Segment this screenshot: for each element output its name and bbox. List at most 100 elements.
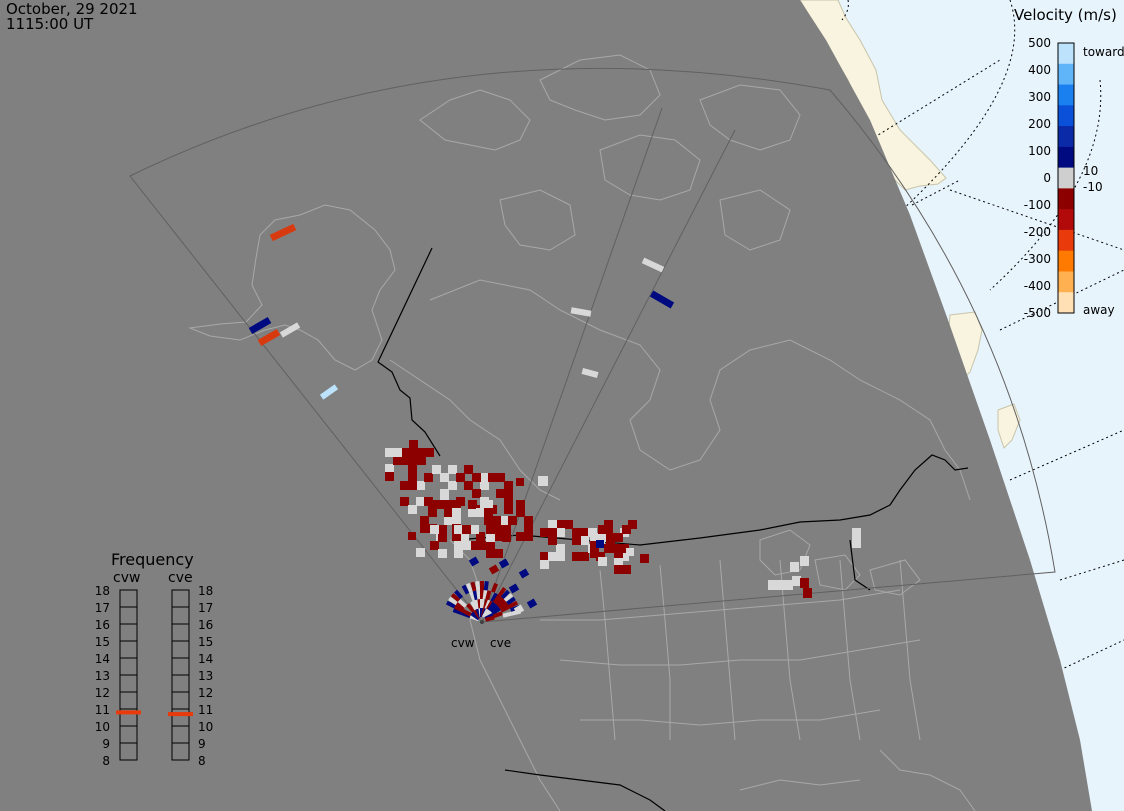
frequency-marker-cve xyxy=(168,712,193,717)
velocity-cell xyxy=(572,536,581,545)
velocity-cell xyxy=(598,525,607,534)
colorbar-segment xyxy=(1058,63,1074,86)
map-canvas[interactable]: cvw cve Velocity (m/s) 500 400 300 200 100 0 -… xyxy=(0,0,1124,811)
frequency-level-label: 8 xyxy=(102,754,110,768)
velocity-cell xyxy=(462,525,471,534)
velocity-cell xyxy=(540,552,549,561)
velocity-cell xyxy=(400,481,409,490)
velocity-cell xyxy=(504,497,513,506)
velocity-tick-label: 0 xyxy=(1043,171,1051,185)
velocity-cell xyxy=(430,525,439,534)
velocity-cell xyxy=(464,465,473,474)
velocity-cell xyxy=(548,552,557,561)
cvw-site-label: cvw xyxy=(451,636,475,650)
velocity-cell xyxy=(502,525,511,534)
velocity-tick-label: -500 xyxy=(1024,306,1051,320)
velocity-cell xyxy=(438,549,447,558)
threshold-positive-label: 10 xyxy=(1083,164,1098,178)
velocity-cell xyxy=(448,481,457,490)
velocity-cell xyxy=(393,456,402,465)
velocity-cell xyxy=(468,508,477,517)
velocity-cell xyxy=(428,500,437,509)
velocity-cell xyxy=(640,554,649,563)
velocity-tick-label: 100 xyxy=(1028,144,1051,158)
velocity-cell xyxy=(484,508,493,517)
velocity-cell xyxy=(504,505,513,514)
velocity-cell xyxy=(486,533,495,542)
velocity-tick-label: 200 xyxy=(1028,117,1051,131)
velocity-cell xyxy=(800,578,809,588)
colorbar-segment xyxy=(1058,43,1074,65)
velocity-cell xyxy=(524,516,533,525)
velocity-cell xyxy=(492,516,501,525)
velocity-cell xyxy=(444,516,453,525)
velocity-tick-label: 400 xyxy=(1028,63,1051,77)
frequency-level-label: 18 xyxy=(198,584,213,598)
velocity-cell xyxy=(516,532,525,541)
frequency-radar-cvw: cvw xyxy=(113,570,140,586)
velocity-cell xyxy=(614,549,623,558)
velocity-cell xyxy=(540,560,549,569)
velocity-cell xyxy=(456,473,465,482)
frequency-radar-cve: cve xyxy=(168,570,193,586)
frequency-level-label: 13 xyxy=(198,669,213,683)
velocity-cell xyxy=(448,465,457,474)
velocity-cell xyxy=(484,516,493,525)
velocity-cell xyxy=(556,528,565,537)
superdarn-map: cvw cve Velocity (m/s) 500 400 300 200 100 0 -… xyxy=(0,0,1124,811)
threshold-negative-label: -10 xyxy=(1083,180,1103,194)
velocity-cell xyxy=(438,533,447,542)
frequency-title: Frequency xyxy=(111,550,194,569)
velocity-cell xyxy=(468,500,477,509)
velocity-cell xyxy=(454,525,463,534)
velocity-cell xyxy=(516,508,525,517)
velocity-cell xyxy=(538,476,548,486)
velocity-cell xyxy=(409,448,418,457)
velocity-cell xyxy=(486,525,495,534)
velocity-cell xyxy=(622,565,631,574)
frequency-level-label: 16 xyxy=(95,618,110,632)
colorbar-segment xyxy=(1058,209,1074,231)
velocity-cell xyxy=(385,448,394,457)
velocity-cell xyxy=(852,538,861,548)
velocity-cell xyxy=(416,481,425,490)
velocity-cell xyxy=(480,481,489,490)
velocity-cell xyxy=(556,552,565,561)
velocity-cell xyxy=(606,541,615,550)
velocity-cell xyxy=(496,473,505,482)
velocity-cell xyxy=(496,489,505,498)
away-label: away xyxy=(1083,303,1115,317)
velocity-cell xyxy=(472,473,481,482)
colorbar-segment xyxy=(1058,126,1074,148)
velocity-cell xyxy=(502,533,511,542)
velocity-cell xyxy=(408,532,416,540)
velocity-cell xyxy=(385,472,394,481)
velocity-cell xyxy=(800,556,809,566)
frequency-level-label: 17 xyxy=(198,601,213,615)
frequency-level-label: 10 xyxy=(95,720,110,734)
velocity-scale-title: Velocity (m/s) xyxy=(1014,6,1117,24)
velocity-cell xyxy=(416,548,425,557)
velocity-cell xyxy=(470,541,479,550)
velocity-cell xyxy=(408,473,417,482)
colorbar-segment xyxy=(1058,167,1074,189)
velocity-cell xyxy=(598,557,607,566)
velocity-cell xyxy=(486,549,495,558)
frequency-level-label: 9 xyxy=(102,737,110,751)
velocity-cell xyxy=(401,448,410,457)
frequency-level-label: 18 xyxy=(95,584,110,598)
velocity-cell xyxy=(606,533,615,542)
frequency-level-label: 11 xyxy=(198,703,213,717)
velocity-cell xyxy=(452,500,461,509)
velocity-tick-label: 500 xyxy=(1028,36,1051,50)
velocity-cell xyxy=(438,525,447,534)
velocity-cell xyxy=(425,448,434,457)
velocity-cell xyxy=(556,544,565,553)
velocity-cell xyxy=(792,576,801,586)
velocity-cell xyxy=(385,464,394,473)
velocity-cell xyxy=(548,536,557,545)
velocity-cell xyxy=(548,520,557,529)
velocity-cell xyxy=(580,536,589,545)
velocity-cell xyxy=(472,489,481,498)
velocity-cell xyxy=(393,448,402,457)
